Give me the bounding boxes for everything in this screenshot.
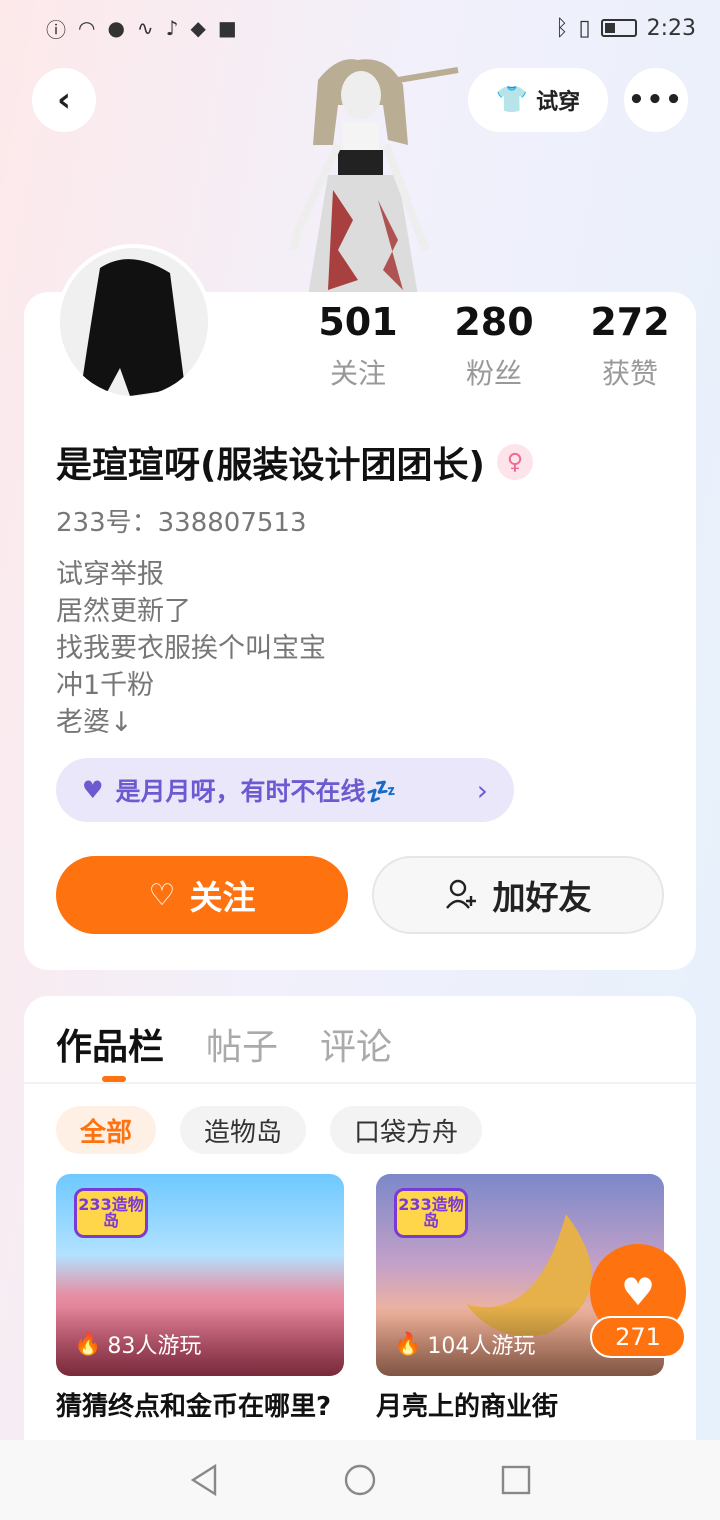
chevron-right-icon: › — [476, 773, 488, 807]
stat-label: 获赞 — [601, 357, 658, 390]
status-bar: ⓘ ◠ ● ∿ ♪ ◆ ■ ᛒ ▯ 2:23 — [0, 0, 720, 56]
bio-line: 冲1千粉 — [56, 670, 155, 701]
more-dots-icon: ••• — [628, 85, 684, 115]
nav-back-icon[interactable] — [187, 1463, 221, 1497]
play-count-text: 104人游玩 — [427, 1334, 536, 1359]
nickname: 是瑄瑄呀(服装设计团团长) ♀ — [56, 436, 533, 488]
follow-label: 关注 — [189, 878, 256, 917]
like-count: 271 — [590, 1316, 686, 1358]
chip-all[interactable]: 全部 — [56, 1106, 157, 1154]
status-right: ᛒ ▯ 2:23 — [555, 16, 696, 41]
stat-value: 280 — [454, 300, 534, 344]
tryon-button[interactable]: 👕 试穿 — [468, 68, 608, 132]
avatar-3d-figure — [289, 59, 459, 296]
nickname-text: 是瑄瑄呀(服装设计团团长) — [56, 445, 485, 486]
stat-followers[interactable]: 280 粉丝 — [426, 300, 562, 392]
bio-line: 找我要衣服挨个叫宝宝 — [56, 633, 326, 664]
tab-posts[interactable]: 帖子 — [206, 1018, 278, 1070]
system-nav-bar — [0, 1440, 720, 1520]
nav-recents-icon[interactable] — [499, 1463, 533, 1497]
app-icon: ■ — [217, 16, 237, 40]
bluetooth-icon: ᛒ — [555, 15, 569, 41]
alert-icon: ⓘ — [46, 17, 66, 42]
add-friend-label: 加好友 — [492, 878, 592, 917]
stat-label: 粉丝 — [465, 357, 522, 390]
more-button[interactable]: ••• — [624, 68, 688, 132]
user-id[interactable]: 233号：338807513 — [56, 502, 307, 539]
activity-icon: ∿ — [136, 16, 154, 40]
status-icons: ⓘ ◠ ● ∿ ♪ ◆ ■ — [46, 14, 237, 43]
heart-icon: ♥ — [82, 776, 104, 804]
nav-home-icon[interactable] — [343, 1463, 377, 1497]
tab-comments[interactable]: 评论 — [320, 1018, 392, 1070]
bio-line: 居然更新了 — [56, 596, 191, 627]
stat-value: 501 — [318, 300, 398, 344]
heart-plus-icon: ♡ — [148, 877, 176, 913]
stat-likes[interactable]: 272 获赞 — [562, 300, 698, 392]
bio-line: 试穿举报 — [56, 559, 164, 590]
chip-creation-island[interactable]: 造物岛 — [180, 1106, 307, 1154]
flame-icon: 🔥 — [394, 1331, 422, 1357]
play-count: 🔥 104人游玩 — [394, 1328, 535, 1360]
flame-icon: 🔥 — [74, 1331, 102, 1357]
relation-text: 是月月呀，有时不在线💤 — [115, 777, 397, 806]
battery-icon — [600, 19, 637, 37]
game-thumbnail[interactable]: 233造物岛 🔥 83人游玩 — [56, 1174, 344, 1376]
female-icon: ♀ — [496, 444, 533, 480]
avatar[interactable] — [56, 244, 212, 400]
status-time: 2:23 — [646, 15, 696, 41]
add-user-icon — [445, 879, 476, 909]
bio: 试穿举报 居然更新了 找我要衣服挨个叫宝宝 冲1千粉 老婆↓ — [56, 556, 326, 741]
shirt-icon: 👕 — [495, 85, 529, 115]
chip-pocket-ark[interactable]: 口袋方舟 — [330, 1106, 483, 1154]
music-icon: ♪ — [165, 16, 179, 40]
vibrate-icon: ▯ — [578, 15, 591, 41]
chevron-left-icon: ‹ — [56, 80, 71, 120]
heart-icon: ♥ — [620, 1270, 656, 1314]
stat-following[interactable]: 501 关注 — [290, 300, 426, 392]
game-logo: 233造物岛 — [74, 1188, 148, 1238]
works-tabs: 作品栏 帖子 评论 — [56, 1018, 392, 1070]
filter-chips: 全部 造物岛 口袋方舟 — [56, 1106, 483, 1154]
stat-value: 272 — [590, 300, 670, 344]
bio-line: 老婆↓ — [56, 707, 133, 738]
app-icon: ◆ — [190, 16, 206, 40]
back-button[interactable]: ‹ — [32, 68, 96, 132]
stat-label: 关注 — [329, 357, 386, 390]
wifi-icon: ◠ — [78, 16, 96, 40]
add-friend-button[interactable]: 加好友 — [372, 856, 664, 934]
divider — [24, 1082, 696, 1084]
game-card[interactable]: 233造物岛 🔥 83人游玩 猜猜终点和金币在哪里? — [56, 1174, 344, 1454]
app-icon: ● — [107, 16, 125, 40]
follow-button[interactable]: ♡ 关注 — [56, 856, 348, 934]
play-count: 🔥 83人游玩 — [74, 1328, 201, 1360]
play-count-text: 83人游玩 — [107, 1334, 202, 1359]
stats-row: 501 关注 280 粉丝 272 获赞 — [290, 300, 698, 392]
tryon-label: 试穿 — [536, 90, 581, 115]
avatar-silhouette-icon — [60, 248, 208, 396]
tab-works[interactable]: 作品栏 — [56, 1018, 164, 1070]
relation-pill[interactable]: ♥ 是月月呀，有时不在线💤 › — [56, 758, 514, 822]
